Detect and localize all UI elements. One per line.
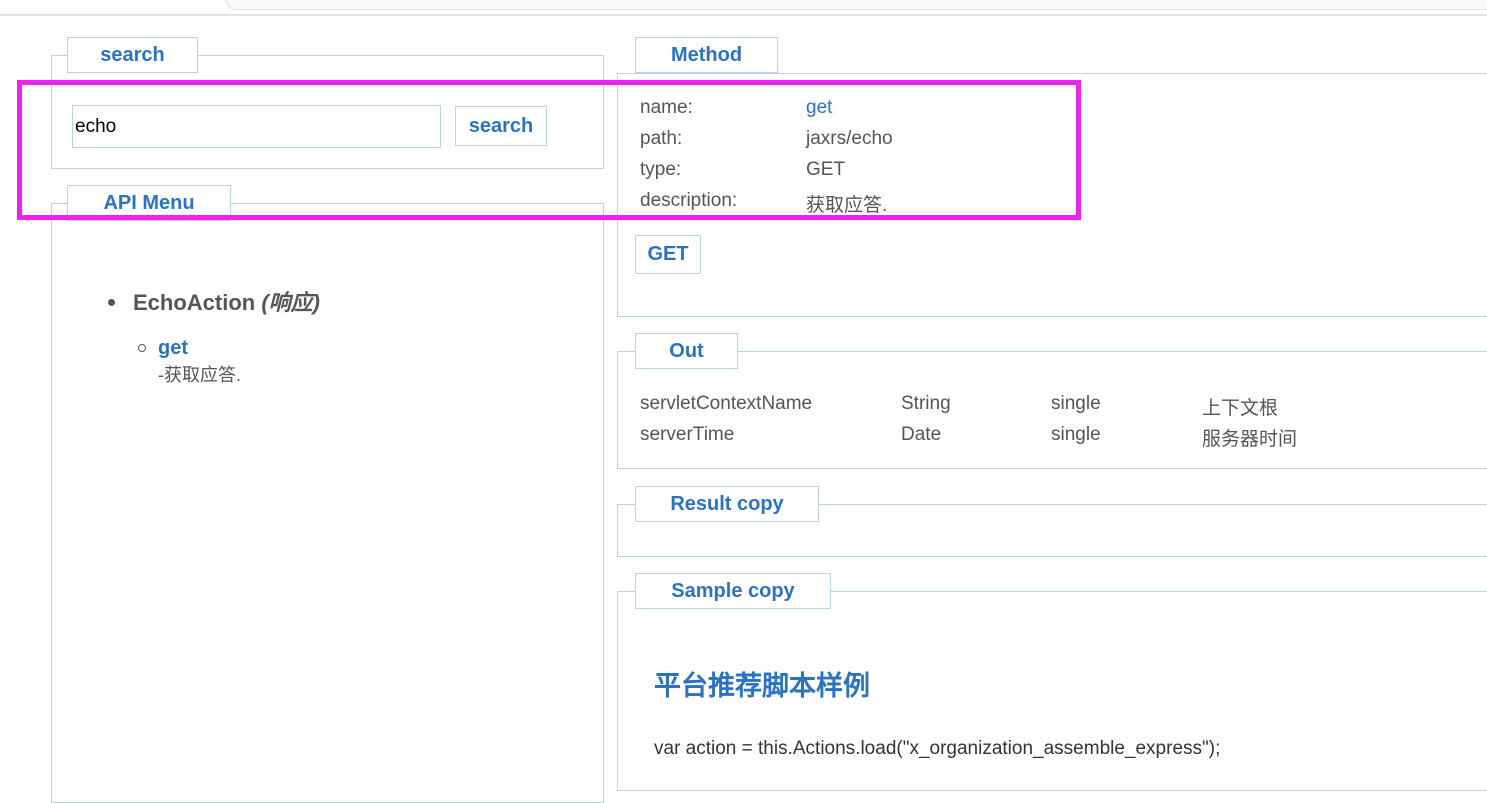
api-method-description: -获取应答. — [158, 365, 241, 385]
method-key: name: — [640, 97, 693, 118]
out-legend: Out — [635, 333, 738, 369]
out-field-name: servletContextName — [640, 393, 813, 414]
sample-title: 平台推荐脚本样例 — [654, 671, 870, 701]
out-field-description: 服务器时间 — [1202, 429, 1298, 450]
api-method-item: get -获取应答. — [138, 335, 241, 389]
api-method-link-get[interactable]: get — [158, 335, 241, 361]
out-field-description: 上下文根 — [1202, 398, 1279, 419]
method-name-value[interactable]: get — [806, 97, 832, 119]
method-path-value: jaxrs/echo — [806, 128, 893, 149]
sample-copy-legend: Sample copy — [635, 573, 831, 609]
method-type-value: GET — [806, 159, 846, 180]
bullet-icon — [108, 299, 115, 306]
sample-code-line: var action = this.Actions.load("x_organi… — [654, 738, 1221, 759]
circle-bullet-icon — [138, 344, 146, 352]
browser-top-bar — [0, 0, 1487, 16]
method-key: path: — [640, 128, 683, 149]
out-field-type: String — [901, 393, 951, 414]
search-input[interactable] — [72, 105, 441, 148]
result-copy-legend: Result copy — [635, 486, 819, 522]
method-panel — [617, 73, 1487, 317]
search-legend: search — [67, 37, 198, 73]
api-method-list: get -获取应答. — [138, 335, 241, 389]
out-field-type: Date — [901, 424, 942, 445]
address-bar[interactable] — [225, 0, 1487, 10]
api-class-cn-name: (响应) — [261, 290, 321, 315]
out-field-name: serverTime — [640, 424, 735, 445]
api-menu-legend: API Menu — [67, 185, 231, 221]
method-key: description: — [640, 190, 738, 211]
out-field-multiplicity: single — [1051, 424, 1101, 445]
api-class-item: EchoAction (响应) — [108, 288, 320, 318]
method-key: type: — [640, 159, 682, 180]
out-field-multiplicity: single — [1051, 393, 1101, 414]
get-request-button[interactable]: GET — [635, 235, 701, 274]
api-class-name: EchoAction — [133, 290, 256, 315]
search-button[interactable]: search — [455, 106, 547, 146]
method-description-value: 获取应答. — [806, 195, 888, 216]
api-class-list: EchoAction (响应) — [108, 288, 320, 318]
method-legend: Method — [635, 37, 778, 73]
